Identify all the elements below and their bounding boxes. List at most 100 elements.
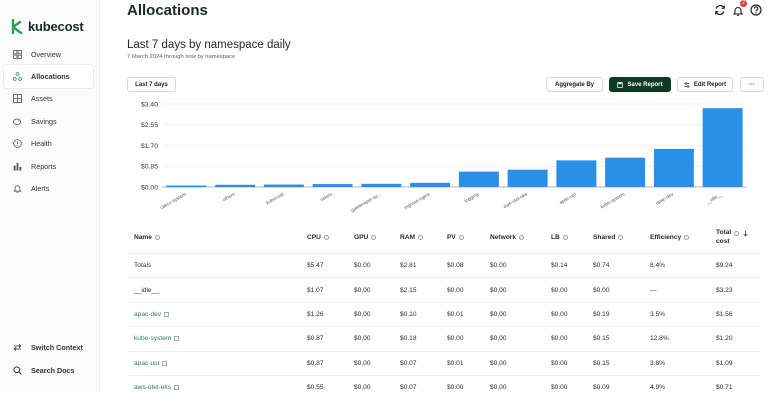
cell-name: __idle__	[134, 278, 159, 301]
bar-apac-ust[interactable]	[556, 160, 597, 187]
sidebar-item-assets[interactable]: Assets	[4, 88, 93, 110]
bar-kube-system[interactable]	[605, 157, 646, 187]
table-row[interactable]: Totals $5.47 $0.00 $2.81 $0.08 $0.00 $0.14 $0.7…	[127, 254, 761, 279]
sidebar-item-overview[interactable]: Overview	[4, 43, 93, 65]
column-header-name-label: Name	[134, 234, 152, 241]
sidebar-item-label: Assets	[31, 94, 53, 104]
x-tick-label: ingress-nginx	[403, 191, 431, 211]
cell-cpu: $1.07	[307, 278, 324, 301]
cell-name[interactable]: apac-ust	[134, 352, 168, 375]
sidebar-item-savings[interactable]: Savings	[4, 110, 93, 132]
main-content: Allocations 2 Last 7 days by namespace d…	[100, 0, 768, 393]
cell-shared: $0.09	[593, 376, 610, 393]
sidebar-item-health[interactable]: Health	[4, 133, 93, 155]
cell-cpu-value: $0.87	[307, 335, 324, 343]
sidebar-item-label: Allocations	[31, 72, 70, 82]
cell-total: $0.71	[716, 376, 733, 393]
column-header-gpu-label: GPU	[354, 234, 369, 241]
bar-chart-icon	[12, 161, 22, 171]
sidebar-item-search-docs[interactable]: Search Docs	[4, 359, 96, 382]
cell-pv-value: $0.08	[447, 262, 464, 270]
cell-gpu: $0.00	[354, 303, 371, 326]
help-icon[interactable]	[750, 4, 762, 16]
cell-efficiency: —	[650, 278, 657, 301]
logo-text: kubecost	[28, 19, 84, 34]
table-row[interactable]: aws-otel-eks $0.55 $0.00 $0.07 $0.00 $0.00 $0.…	[127, 376, 761, 393]
cell-pv: $0.00	[447, 278, 464, 301]
cell-name[interactable]: aws-otel-eks	[134, 376, 180, 393]
cell-name[interactable]: apac-dev	[134, 303, 170, 326]
allocations-icon	[12, 72, 22, 82]
notifications-button[interactable]: 2	[732, 0, 747, 16]
sidebar-item-alerts[interactable]: Alerts	[4, 177, 93, 199]
column-header-pv-label: PV	[447, 234, 456, 241]
cell-lb: $0.00	[551, 327, 568, 350]
bar-apac-dev[interactable]	[653, 148, 694, 187]
save-report-button[interactable]: Save Report	[609, 77, 671, 92]
column-header-pv[interactable]: PV	[447, 222, 464, 253]
cell-lb-value: $0.00	[551, 286, 568, 294]
cell-efficiency-value: 8.4%	[650, 262, 666, 270]
bar-kubecost[interactable]	[263, 184, 304, 187]
sidebar-item-allocations[interactable]: Allocations	[4, 65, 93, 88]
sidebar-item-reports[interactable]: Reports	[4, 155, 93, 177]
cell-shared-value: $0.15	[593, 359, 610, 367]
cell-efficiency-value: 3.5%	[650, 310, 666, 318]
column-header-efficiency[interactable]: Efficiency	[650, 222, 690, 253]
column-header-total-cost[interactable]: Total cost	[716, 222, 748, 253]
info-icon	[562, 235, 568, 240]
date-range-button[interactable]: Last 7 days	[127, 77, 176, 92]
bar-velero[interactable]	[312, 184, 353, 187]
table-row[interactable]: __idle__ $1.07 $0.00 $2.15 $0.00 $0.00 $0.00 $0…	[127, 278, 761, 303]
cost-bar-chart: $3.40 $2.55 $1.70 $0.85 $0.00calico-system ot…	[141, 101, 747, 214]
cell-pv: $0.00	[447, 327, 464, 350]
y-tick-label: $0.00	[141, 184, 158, 191]
table-row[interactable]: kube-system $0.87 $0.00 $0.18 $0.00 $0.00 $0.0…	[127, 327, 761, 352]
logo[interactable]: kubecost	[11, 19, 84, 34]
more-options-button[interactable]: ···	[740, 77, 764, 92]
cell-pv-value: $0.01	[447, 310, 464, 318]
aggregate-by-button[interactable]: Aggregate By	[546, 77, 603, 92]
column-header-shared[interactable]: Shared	[593, 222, 624, 253]
cell-ram: $0.07	[400, 352, 417, 375]
search-icon	[12, 366, 22, 376]
column-header-lb[interactable]: LB	[551, 222, 568, 253]
x-tick-label: __idle__	[704, 191, 724, 206]
cell-lb-value: $0.00	[551, 335, 568, 343]
sidebar-item-switch-context[interactable]: Switch Context	[4, 336, 96, 359]
column-header-name[interactable]: Name	[134, 222, 160, 253]
cell-name[interactable]: kube-system	[134, 327, 180, 350]
refresh-icon[interactable]	[714, 4, 726, 16]
bar-gatekeeper-sy...[interactable]	[361, 183, 402, 187]
cell-pv: $0.01	[447, 303, 464, 326]
table-row[interactable]: apac-ust $0.87 $0.00 $0.07 $0.01 $0.00 $0.00 $0…	[127, 352, 761, 376]
bar-others[interactable]	[215, 184, 256, 187]
edit-report-button[interactable]: Edit Report	[677, 77, 733, 92]
cell-shared-value: $0.15	[593, 335, 610, 343]
bar-ingress-nginx[interactable]	[410, 182, 451, 187]
column-header-ram[interactable]: RAM	[400, 222, 424, 253]
external-link-icon	[174, 336, 180, 342]
health-icon	[12, 139, 22, 149]
cell-total: $1.09	[716, 352, 733, 375]
cell-lb: $0.00	[551, 278, 568, 301]
column-header-network[interactable]: Network	[490, 222, 525, 253]
piggy-bank-icon	[12, 116, 22, 126]
cell-gpu-value: $0.00	[354, 384, 371, 392]
table-row[interactable]: apac-dev $1.26 $0.00 $0.10 $0.01 $0.00 $0.00 $0…	[127, 303, 761, 328]
assets-icon	[12, 94, 22, 104]
column-header-cpu[interactable]: CPU	[307, 222, 329, 253]
cell-cpu-value: $1.07	[307, 286, 324, 294]
cell-ram: $0.18	[400, 327, 417, 350]
info-icon	[371, 235, 377, 240]
bar-logging[interactable]	[458, 171, 499, 187]
bar-calico-system[interactable]	[166, 185, 207, 187]
bar-aws-otel-eks[interactable]	[507, 169, 548, 187]
cell-gpu-value: $0.00	[354, 262, 371, 270]
x-tick-label: gatekeeper-sy...	[350, 192, 382, 214]
sidebar-item-label: Search Docs	[31, 366, 75, 375]
column-header-gpu[interactable]: GPU	[354, 222, 377, 253]
info-icon	[458, 235, 464, 240]
cell-lb-value: $0.00	[551, 384, 568, 392]
bar-__idle__[interactable]	[702, 108, 743, 187]
